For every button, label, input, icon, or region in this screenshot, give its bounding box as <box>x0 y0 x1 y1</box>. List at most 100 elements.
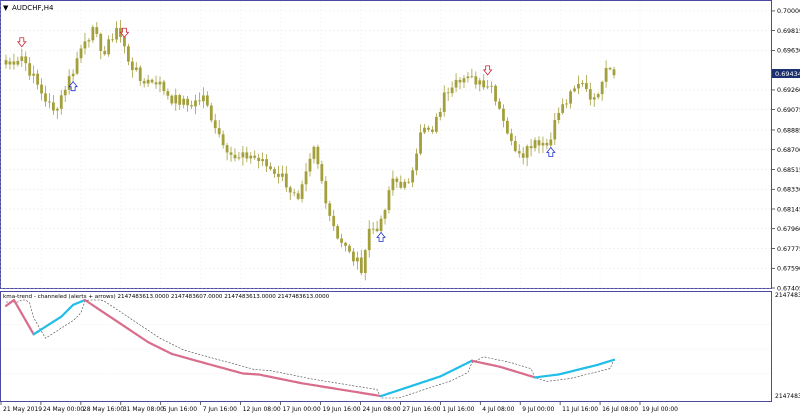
candle-body <box>202 95 205 102</box>
candle-body <box>395 178 399 182</box>
candle-body <box>288 187 292 193</box>
candle-body <box>581 83 584 85</box>
candle-body <box>517 151 521 154</box>
candle-body <box>205 95 209 106</box>
candle-body <box>312 146 316 159</box>
price-tick-label: 0.68885 <box>777 127 800 134</box>
candle-body <box>233 154 237 159</box>
candle-body <box>533 140 537 149</box>
candle-body <box>32 73 36 76</box>
candle-body <box>79 48 83 59</box>
candle-body <box>194 100 197 107</box>
candle-body <box>486 86 490 88</box>
candle-body <box>40 84 43 94</box>
candle-body <box>545 142 549 146</box>
candle-body <box>162 81 166 92</box>
time-tick-label: 27 Jun 16:00 <box>402 406 440 413</box>
price-panel[interactable] <box>0 0 772 289</box>
candle-body <box>146 79 150 84</box>
candle-body <box>513 140 517 152</box>
current-price-label: 0.69434 <box>775 70 800 78</box>
candle-body <box>123 37 126 47</box>
candle-body <box>506 120 509 134</box>
candle-body <box>59 95 63 109</box>
candle-body <box>257 157 261 162</box>
candle-body <box>470 76 474 78</box>
time-tick-label: 1 Jul 16:00 <box>442 406 474 413</box>
candle-body <box>130 61 134 70</box>
candle-body <box>537 140 541 146</box>
candle-body <box>561 104 565 113</box>
candle-body <box>502 108 505 121</box>
candle-body <box>95 27 99 34</box>
candle-body <box>553 120 557 140</box>
candle-body <box>280 173 284 177</box>
candle-body <box>8 61 12 65</box>
candle-body <box>178 95 182 105</box>
candle-body <box>4 60 8 65</box>
indicator-panel[interactable] <box>0 291 772 402</box>
candle-body <box>83 41 87 49</box>
candle-body <box>328 203 332 216</box>
candle-body <box>557 112 561 121</box>
candle-body <box>407 181 411 183</box>
candle-body <box>525 146 529 158</box>
candle-body <box>604 67 608 82</box>
candle-body <box>166 91 170 96</box>
time-tick-label: 16 Jul 08:00 <box>602 406 638 413</box>
price-axis: 0.70000 0.69815 0.69630 0.69260 0.69075 0.688… <box>772 8 800 292</box>
candle-body <box>478 80 482 85</box>
candle-body <box>399 181 403 188</box>
candle-body <box>316 146 320 165</box>
candle-body <box>87 40 91 42</box>
price-tick-label: 0.69075 <box>777 107 800 114</box>
candle-body <box>308 158 312 172</box>
candle-body <box>549 139 553 146</box>
price-tick-label: 0.69630 <box>777 48 800 55</box>
candle-body <box>367 228 371 251</box>
candle-body <box>565 103 569 105</box>
time-tick-label: 9 Jul 00:00 <box>522 406 554 413</box>
candle-body <box>24 56 28 64</box>
candle-body <box>71 73 75 77</box>
candle-body <box>458 79 462 83</box>
candle-body <box>198 100 201 102</box>
candle-body <box>284 173 288 188</box>
time-tick-label: 5 Jun 16:00 <box>163 406 197 413</box>
candle-body <box>434 116 438 132</box>
candle-body <box>446 92 450 94</box>
candle-body <box>340 238 343 243</box>
candle-body <box>375 228 379 232</box>
candle-body <box>612 69 616 76</box>
candle-body <box>186 98 190 106</box>
candle-body <box>355 257 359 262</box>
time-tick-label: 24 Jun 08:00 <box>362 406 400 413</box>
candle-body <box>541 142 545 146</box>
candle-body <box>592 97 596 100</box>
candle-body <box>36 73 39 85</box>
time-tick-label: 11 Jul 16:00 <box>562 406 598 413</box>
candle-body <box>336 226 340 239</box>
candle-body <box>344 242 347 246</box>
candle-body <box>174 95 178 104</box>
collapse-triangle-icon[interactable]: ▼ <box>3 4 9 12</box>
time-tick-label: 24 May 00:00 <box>43 406 84 413</box>
candle-body <box>391 178 395 191</box>
candle-body <box>28 63 32 76</box>
candle-body <box>442 92 446 112</box>
candle-body <box>107 39 111 55</box>
indicator-label: kma-trend - channeled (alerts + arrows) … <box>3 294 330 300</box>
candle-body <box>403 181 407 188</box>
candle-body <box>466 76 470 79</box>
candle-body <box>296 193 300 199</box>
time-tick-label: 7 Jun 16:00 <box>203 406 237 413</box>
candle-body <box>371 228 375 230</box>
candle-body <box>324 181 328 204</box>
candle-body <box>588 89 592 100</box>
candle-body <box>419 132 422 154</box>
candle-body <box>494 85 497 102</box>
time-axis: 21 May 2019 24 May 00:0028 May 16:0031 Ma… <box>0 402 678 413</box>
time-tick-label: 12 Jun 08:00 <box>243 406 281 413</box>
candle-body <box>229 152 233 155</box>
candle-body <box>292 192 296 194</box>
